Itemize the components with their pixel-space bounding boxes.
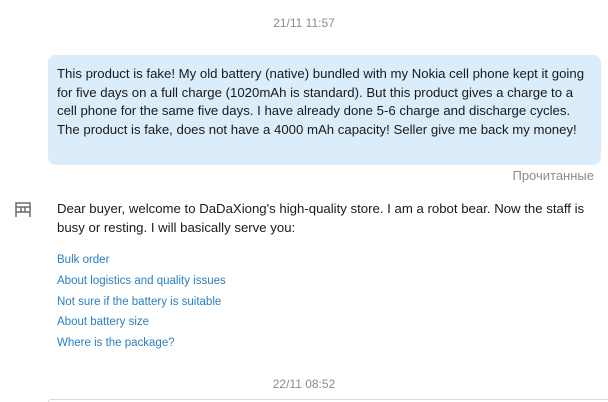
read-status: Прочитанные xyxy=(512,168,594,183)
chat-window: 21/11 11:57 This product is fake! My old… xyxy=(0,0,608,402)
quick-reply-logistics[interactable]: About logistics and quality issues xyxy=(57,271,226,292)
quick-reply-list: Bulk order About logistics and quality i… xyxy=(57,250,226,354)
store-icon xyxy=(15,202,31,217)
buyer-message-bubble: This product is fake! My old battery (na… xyxy=(48,55,601,165)
buyer-message-text: This product is fake! My old battery (na… xyxy=(57,66,585,137)
bot-message-text: Dear buyer, welcome to DaDaXiong's high-… xyxy=(57,201,585,235)
message-timestamp-2: 22/11 08:52 xyxy=(272,377,336,391)
quick-reply-package-location[interactable]: Where is the package? xyxy=(57,333,226,354)
quick-reply-battery-suitable[interactable]: Not sure if the battery is suitable xyxy=(57,292,226,313)
quick-reply-bulk-order[interactable]: Bulk order xyxy=(57,250,226,271)
quick-reply-battery-size[interactable]: About battery size xyxy=(57,312,226,333)
message-timestamp: 21/11 11:57 xyxy=(273,16,335,30)
